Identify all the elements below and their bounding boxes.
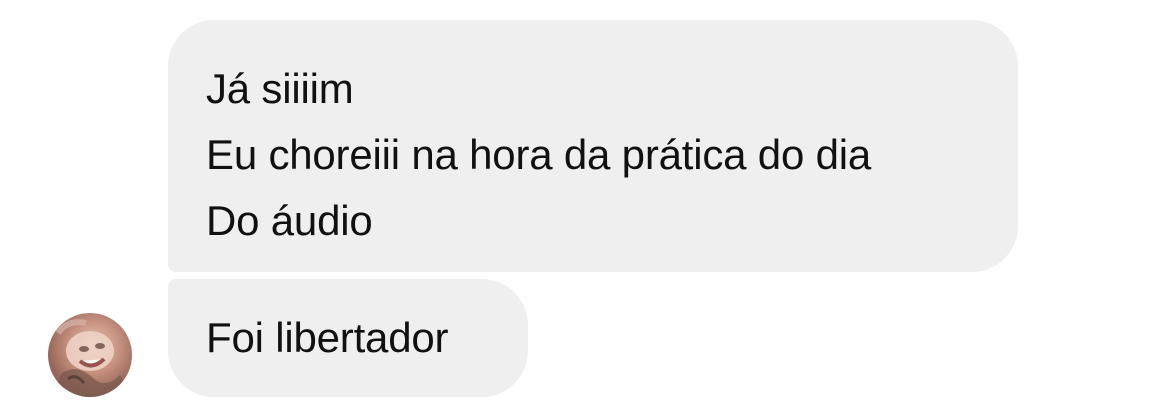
message-text: Já siiiim — [206, 65, 354, 112]
profile-photo-icon — [48, 319, 132, 397]
avatar[interactable] — [48, 313, 132, 397]
message-text: Foi libertador — [206, 314, 449, 361]
message-bubble[interactable]: Já siiiim Eu choreiii na hora da prática… — [168, 20, 1018, 272]
message-text: Eu choreiii na hora da prática do dia — [206, 131, 872, 178]
message-bubble[interactable]: Foi libertador — [168, 279, 528, 397]
message-text: Do áudio — [206, 197, 373, 244]
